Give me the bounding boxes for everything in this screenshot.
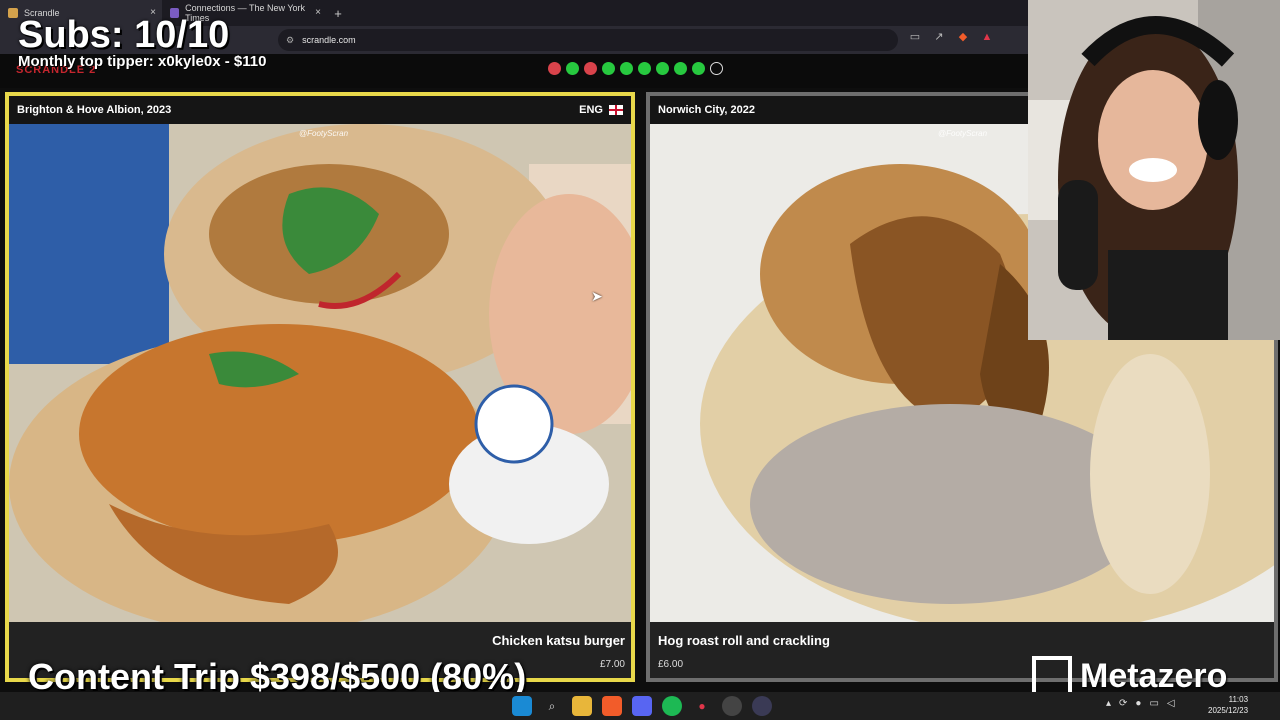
progress-dot-2 (566, 62, 579, 75)
obs-icon[interactable] (752, 696, 772, 716)
clock-date: 2025/12/23 (1208, 706, 1249, 715)
dish-name: Chicken katsu burger (492, 633, 625, 648)
system-clock[interactable]: 11:03 2025/12/23 (1208, 694, 1248, 716)
dish-name: Hog roast roll and crackling (658, 633, 830, 648)
progress-dots (548, 62, 723, 75)
windows-icon[interactable] (512, 696, 532, 716)
photo-credit: @FootyScran (938, 129, 988, 138)
progress-dot-9 (692, 62, 705, 75)
food-photo (9, 124, 631, 626)
progress-dot-8 (674, 62, 687, 75)
taskbar-apps: ⌕ ● (512, 696, 772, 716)
dish-price: £7.00 (599, 659, 625, 670)
club-name: Norwich City, 2022 (658, 104, 755, 116)
windows-taskbar: ⌕ ● ▴ ⟳ ● ▭ ◁ (0, 692, 1280, 720)
progress-dot-3 (584, 62, 597, 75)
progress-dot-10 (710, 62, 723, 75)
clock-time: 11:03 (1228, 695, 1249, 704)
brave-icon[interactable] (602, 696, 622, 716)
discord-icon[interactable] (632, 696, 652, 716)
sponsor-logo: Metazero (1032, 656, 1227, 696)
card-header: Brighton & Hove Albion, 2023 ENG (9, 96, 631, 124)
webcam-feed (1028, 0, 1280, 340)
progress-dot-4 (602, 62, 615, 75)
address-bar[interactable]: ⚙ scrandle.com (278, 29, 898, 51)
progress-dot-6 (638, 62, 651, 75)
spotify-icon[interactable] (662, 696, 682, 716)
country-badge: ENG (579, 104, 623, 116)
system-tray: ▴ ⟳ ● ▭ ◁ (1106, 698, 1175, 709)
site-info-icon[interactable]: ⚙ (286, 35, 294, 46)
streamer-image (1028, 0, 1280, 340)
maps-icon[interactable]: ● (692, 696, 712, 716)
sync-icon[interactable]: ⟳ (1119, 698, 1127, 709)
metazero-icon (1032, 656, 1072, 696)
england-flag-icon (609, 105, 623, 116)
dish-price: £6.00 (658, 659, 684, 670)
subs-counter: Subs: 10/10 (18, 14, 230, 56)
progress-dot-5 (620, 62, 633, 75)
volume-icon[interactable]: ◁ (1167, 698, 1175, 709)
progress-dot-7 (656, 62, 669, 75)
photo-credit: @FootyScran (299, 129, 349, 138)
close-icon[interactable]: × (315, 7, 321, 18)
network-icon[interactable]: ▭ (1149, 698, 1158, 709)
share-icon[interactable]: ↗ (932, 30, 946, 44)
chrome-icon[interactable] (722, 696, 742, 716)
mouse-cursor-icon: ➤ (591, 288, 603, 304)
progress-dot-1 (548, 62, 561, 75)
sponsor-name: Metazero (1080, 656, 1228, 695)
chevron-up-icon[interactable]: ▴ (1106, 698, 1111, 709)
file-explorer-icon[interactable] (572, 696, 592, 716)
brave-shield-icon[interactable]: ◆ (956, 30, 970, 44)
brave-rewards-icon[interactable]: ▲ (980, 30, 994, 44)
toolbar-icons: ▭ ↗ ◆ ▲ (908, 30, 994, 44)
food-card-left[interactable]: Brighton & Hove Albion, 2023 ENG @FootyS… (5, 92, 635, 682)
top-tipper: Monthly top tipper: x0kyle0x - $110 (18, 53, 267, 70)
club-name: Brighton & Hove Albion, 2023 (17, 104, 172, 116)
mic-icon[interactable]: ● (1135, 698, 1141, 709)
url-text[interactable]: scrandle.com (302, 35, 356, 45)
scrandle-favicon-icon (8, 8, 18, 18)
cast-icon[interactable]: ▭ (908, 30, 922, 44)
new-tab-button[interactable]: + (327, 6, 349, 21)
search-icon[interactable]: ⌕ (542, 696, 562, 716)
